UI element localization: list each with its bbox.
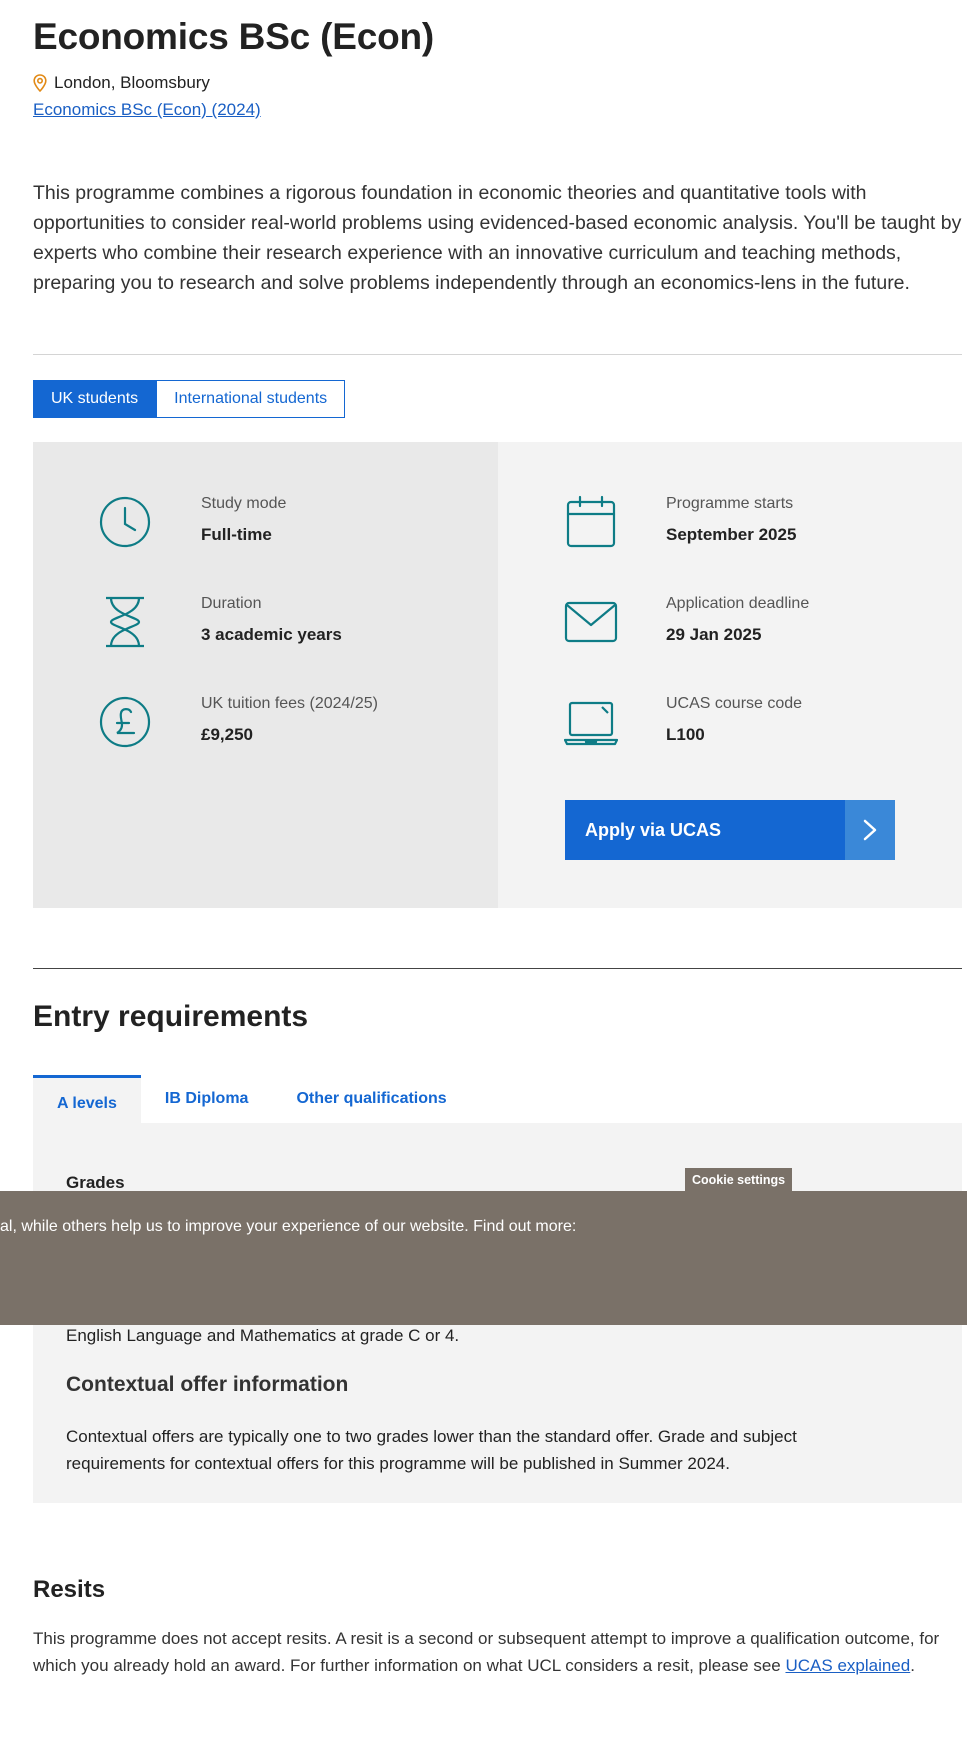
contextual-offer-text: Contextual offers are typically one to t… [66,1427,797,1473]
tuition-fees-value: £9,250 [201,725,253,744]
resits-heading: Resits [33,1576,106,1603]
cookie-banner-text: al, while others help us to improve your… [0,1218,577,1235]
study-mode-value: Full-time [201,525,272,544]
application-deadline-label: Application deadline [666,595,810,612]
apply-via-ucas-button[interactable]: Apply via UCAS [565,800,895,860]
resits-text: This programme does not accept resits. A… [33,1625,963,1679]
envelope-icon [564,601,618,643]
tab-uk-students[interactable]: UK students [33,380,157,418]
cookie-banner: al, while others help us to improve your… [0,1191,967,1325]
duration-label: Duration [201,595,262,612]
course-version-link[interactable]: Economics BSc (Econ) (2024) [33,100,261,120]
tab-ib-diploma[interactable]: IB Diploma [141,1075,273,1123]
student-type-tabs: UK students International students [33,380,346,418]
location: London, Bloomsbury [33,73,210,93]
programme-starts-item: Programme starts September 2025 [498,495,962,565]
gcse-requirement: English Language and Mathematics at grad… [66,1326,460,1345]
key-info-left: Study mode Full-time Duration 3 academic… [33,442,498,908]
calendar-icon [566,495,616,548]
programme-starts-value: September 2025 [666,525,797,544]
duration-value: 3 academic years [201,625,342,644]
hourglass-icon [106,596,144,648]
duration-item: Duration 3 academic years [33,595,498,665]
tuition-fees-label: UK tuition fees (2024/25) [201,695,378,712]
application-deadline-item: Application deadline 29 Jan 2025 [498,595,962,665]
tab-other-qualifications[interactable]: Other qualifications [272,1075,470,1123]
grades-heading: Grades [66,1173,125,1192]
laptop-icon [564,701,618,746]
tuition-fees-item: UK tuition fees (2024/25) £9,250 [33,695,498,765]
divider [33,354,962,355]
clock-icon [99,496,151,548]
ucas-code-value: L100 [666,725,705,744]
location-text: London, Bloomsbury [54,73,210,92]
programme-intro: This programme combines a rigorous found… [33,182,962,294]
resits-suffix: . [910,1656,915,1675]
tab-a-levels[interactable]: A levels [33,1075,141,1123]
page-title: Economics BSc (Econ) [33,16,435,57]
study-mode-item: Study mode Full-time [33,495,498,565]
ucas-code-label: UCAS course code [666,695,803,712]
entry-requirements-heading: Entry requirements [33,1000,309,1033]
section-divider [33,968,962,969]
contextual-offer-heading: Contextual offer information [66,1373,349,1396]
pound-icon [99,696,151,748]
study-mode-label: Study mode [201,495,287,512]
location-pin-icon [33,74,47,92]
programme-starts-label: Programme starts [666,495,794,512]
tab-international-students[interactable]: International students [156,380,346,418]
chevron-right-icon [845,800,895,860]
ucas-code-item: UCAS course code L100 [498,695,962,765]
application-deadline-value: 29 Jan 2025 [666,625,762,644]
qualification-tabs: A levels IB Diploma Other qualifications [33,1075,471,1123]
cookie-settings-tab[interactable]: Cookie settings [685,1168,793,1192]
apply-button-label: Apply via UCAS [585,819,722,840]
ucas-explained-link[interactable]: UCAS explained [785,1656,910,1675]
